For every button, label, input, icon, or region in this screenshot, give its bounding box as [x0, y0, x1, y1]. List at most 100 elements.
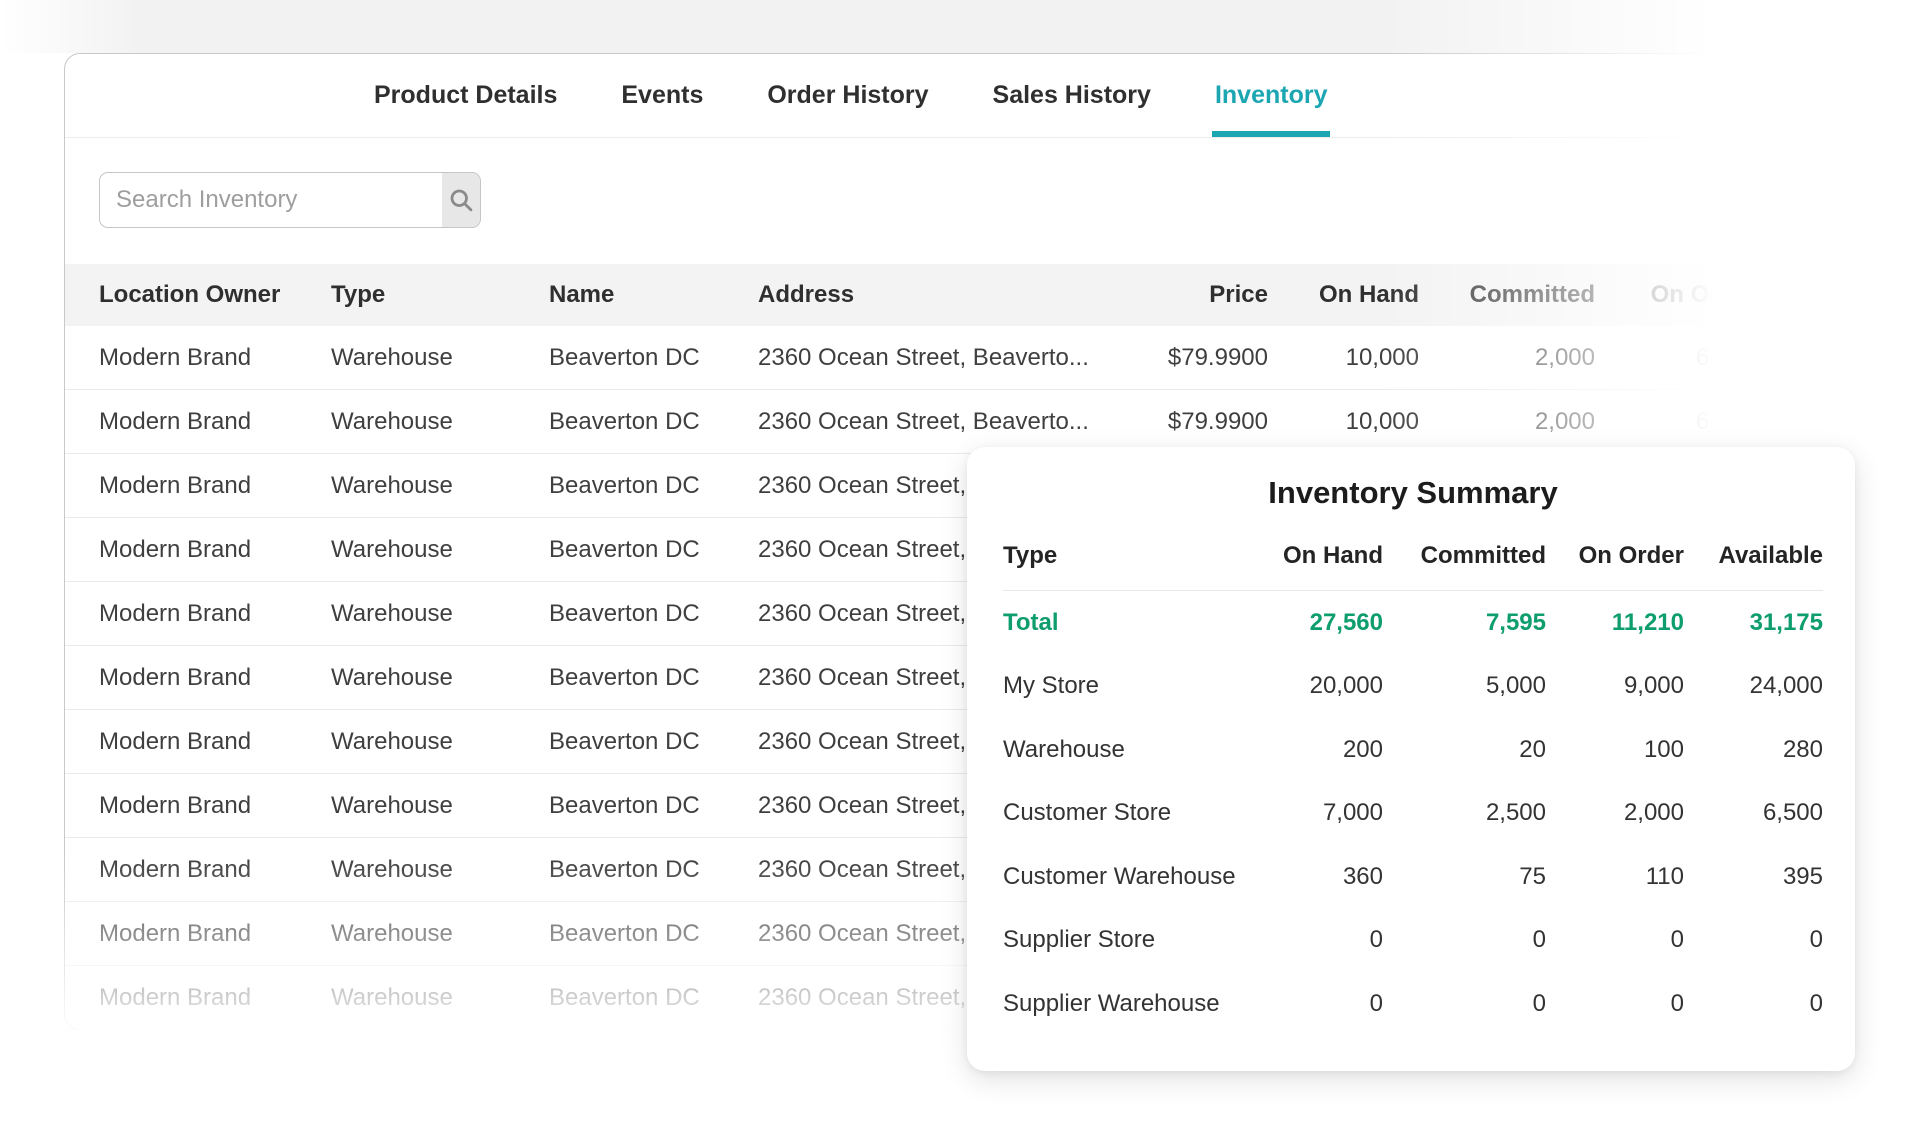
col-type: Type	[331, 281, 549, 309]
summary-cell-on-order: 11,210	[1546, 609, 1684, 637]
summary-row: My Store 20,000 5,000 9,000 24,000	[1003, 655, 1823, 719]
cell-name: Beaverton DC	[549, 856, 758, 884]
summary-cell-committed: 20	[1383, 736, 1546, 764]
cell-location-owner: Modern Brand	[99, 728, 331, 756]
cell-type: Warehouse	[331, 536, 549, 564]
col-price: Price	[1088, 281, 1268, 309]
summary-col-available: Available	[1684, 542, 1823, 570]
tab-bar: Product Details Events Order History Sal…	[65, 54, 1863, 138]
search-icon	[447, 186, 475, 214]
cell-name: Beaverton DC	[549, 472, 758, 500]
cell-name: Beaverton DC	[549, 792, 758, 820]
cell-location-owner: Modern Brand	[99, 472, 331, 500]
tab[interactable]: Sales History	[993, 54, 1151, 137]
cell-type: Warehouse	[331, 600, 549, 628]
summary-cell-on-hand: 200	[1243, 736, 1383, 764]
search-input[interactable]	[100, 173, 442, 227]
page: Product Details Events Order History Sal…	[0, 0, 1920, 1138]
tab[interactable]: Events	[621, 54, 703, 137]
tab[interactable]: Order History	[767, 54, 928, 137]
summary-cell-on-order: 100	[1546, 736, 1684, 764]
summary-cell-committed: 0	[1383, 926, 1546, 954]
summary-cell-on-hand: 360	[1243, 863, 1383, 891]
cell-location-owner: Modern Brand	[99, 600, 331, 628]
summary-cell-on-hand: 27,560	[1243, 609, 1383, 637]
summary-header: Type On Hand Committed On Order Availabl…	[1003, 521, 1823, 591]
summary-row: Supplier Store 0 0 0 0	[1003, 909, 1823, 973]
cell-on-order: 6,000	[1595, 408, 1756, 436]
cell-name: Beaverton DC	[549, 408, 758, 436]
summary-cell-on-hand: 0	[1243, 990, 1383, 1018]
summary-cell-type: Supplier Store	[1003, 926, 1243, 954]
background-strip	[0, 0, 1920, 53]
cell-location-owner: Modern Brand	[99, 792, 331, 820]
summary-cell-available: 0	[1684, 926, 1823, 954]
search-button[interactable]	[442, 173, 480, 227]
cell-type: Warehouse	[331, 472, 549, 500]
cell-on-hand: 10,000	[1268, 344, 1419, 372]
table-row[interactable]: Modern Brand Warehouse Beaverton DC 2360…	[65, 390, 1863, 454]
summary-cell-on-order: 110	[1546, 863, 1684, 891]
cell-price: $79.9900	[1088, 408, 1268, 436]
tab-label: Inventory	[1215, 81, 1328, 110]
summary-cell-available: 280	[1684, 736, 1823, 764]
cell-name: Beaverton DC	[549, 728, 758, 756]
summary-cell-committed: 2,500	[1383, 799, 1546, 827]
cell-address: 2360 Ocean Street, Beaverto...	[758, 408, 1088, 436]
col-location-owner: Location Owner	[99, 281, 331, 309]
summary-row: Customer Warehouse 360 75 110 395	[1003, 845, 1823, 909]
summary-cell-available: 6,500	[1684, 799, 1823, 827]
cell-type: Warehouse	[331, 792, 549, 820]
summary-cell-type: Warehouse	[1003, 736, 1243, 764]
cell-type: Warehouse	[331, 984, 549, 1012]
col-address: Address	[758, 281, 1088, 309]
cell-on-order: 6,000	[1595, 344, 1756, 372]
inventory-summary-popover: Inventory Summary Type On Hand Committed…	[967, 447, 1855, 1071]
summary-cell-on-hand: 7,000	[1243, 799, 1383, 827]
summary-cell-available: 0	[1684, 990, 1823, 1018]
cell-location-owner: Modern Brand	[99, 344, 331, 372]
summary-cell-on-order: 2,000	[1546, 799, 1684, 827]
cell-location-owner: Modern Brand	[99, 920, 331, 948]
cell-name: Beaverton DC	[549, 600, 758, 628]
cell-type: Warehouse	[331, 408, 549, 436]
cell-name: Beaverton DC	[549, 984, 758, 1012]
search-box	[99, 172, 481, 228]
cell-committed: 2,000	[1419, 408, 1595, 436]
summary-cell-available: 395	[1684, 863, 1823, 891]
cell-committed: 2,000	[1419, 344, 1595, 372]
summary-row: Warehouse 200 20 100 280	[1003, 718, 1823, 782]
cell-location-owner: Modern Brand	[99, 664, 331, 692]
cell-type: Warehouse	[331, 856, 549, 884]
summary-col-type: Type	[1003, 542, 1243, 570]
tab[interactable]: Product Details	[374, 54, 557, 137]
summary-cell-committed: 7,595	[1383, 609, 1546, 637]
summary-title: Inventory Summary	[1003, 475, 1823, 511]
summary-cell-committed: 0	[1383, 990, 1546, 1018]
summary-col-on-hand: On Hand	[1243, 542, 1383, 570]
summary-row: Total 27,560 7,595 11,210 31,175	[1003, 591, 1823, 655]
summary-cell-on-order: 0	[1546, 990, 1684, 1018]
cell-price: $79.9900	[1088, 344, 1268, 372]
cell-location-owner: Modern Brand	[99, 984, 331, 1012]
inventory-table-header: Location Owner Type Name Address Price O…	[65, 264, 1863, 326]
tab-label: Product Details	[374, 81, 557, 110]
summary-body: Total 27,560 7,595 11,210 31,175 My Stor…	[1003, 591, 1823, 1036]
tab[interactable]: Inventory	[1215, 54, 1328, 137]
tab-label: Sales History	[993, 81, 1151, 110]
summary-cell-committed: 5,000	[1383, 672, 1546, 700]
summary-cell-type: Customer Warehouse	[1003, 863, 1243, 891]
col-committed: Committed	[1419, 281, 1595, 309]
summary-col-committed: Committed	[1383, 542, 1546, 570]
cell-name: Beaverton DC	[549, 344, 758, 372]
summary-cell-on-order: 0	[1546, 926, 1684, 954]
tab-label: Order History	[767, 81, 928, 110]
col-on-hand: On Hand	[1268, 281, 1419, 309]
cell-type: Warehouse	[331, 344, 549, 372]
cell-name: Beaverton DC	[549, 536, 758, 564]
search-row	[65, 138, 1863, 228]
table-row[interactable]: Modern Brand Warehouse Beaverton DC 2360…	[65, 326, 1863, 390]
summary-col-on-order: On Order	[1546, 542, 1684, 570]
summary-cell-on-hand: 0	[1243, 926, 1383, 954]
summary-cell-on-order: 9,000	[1546, 672, 1684, 700]
